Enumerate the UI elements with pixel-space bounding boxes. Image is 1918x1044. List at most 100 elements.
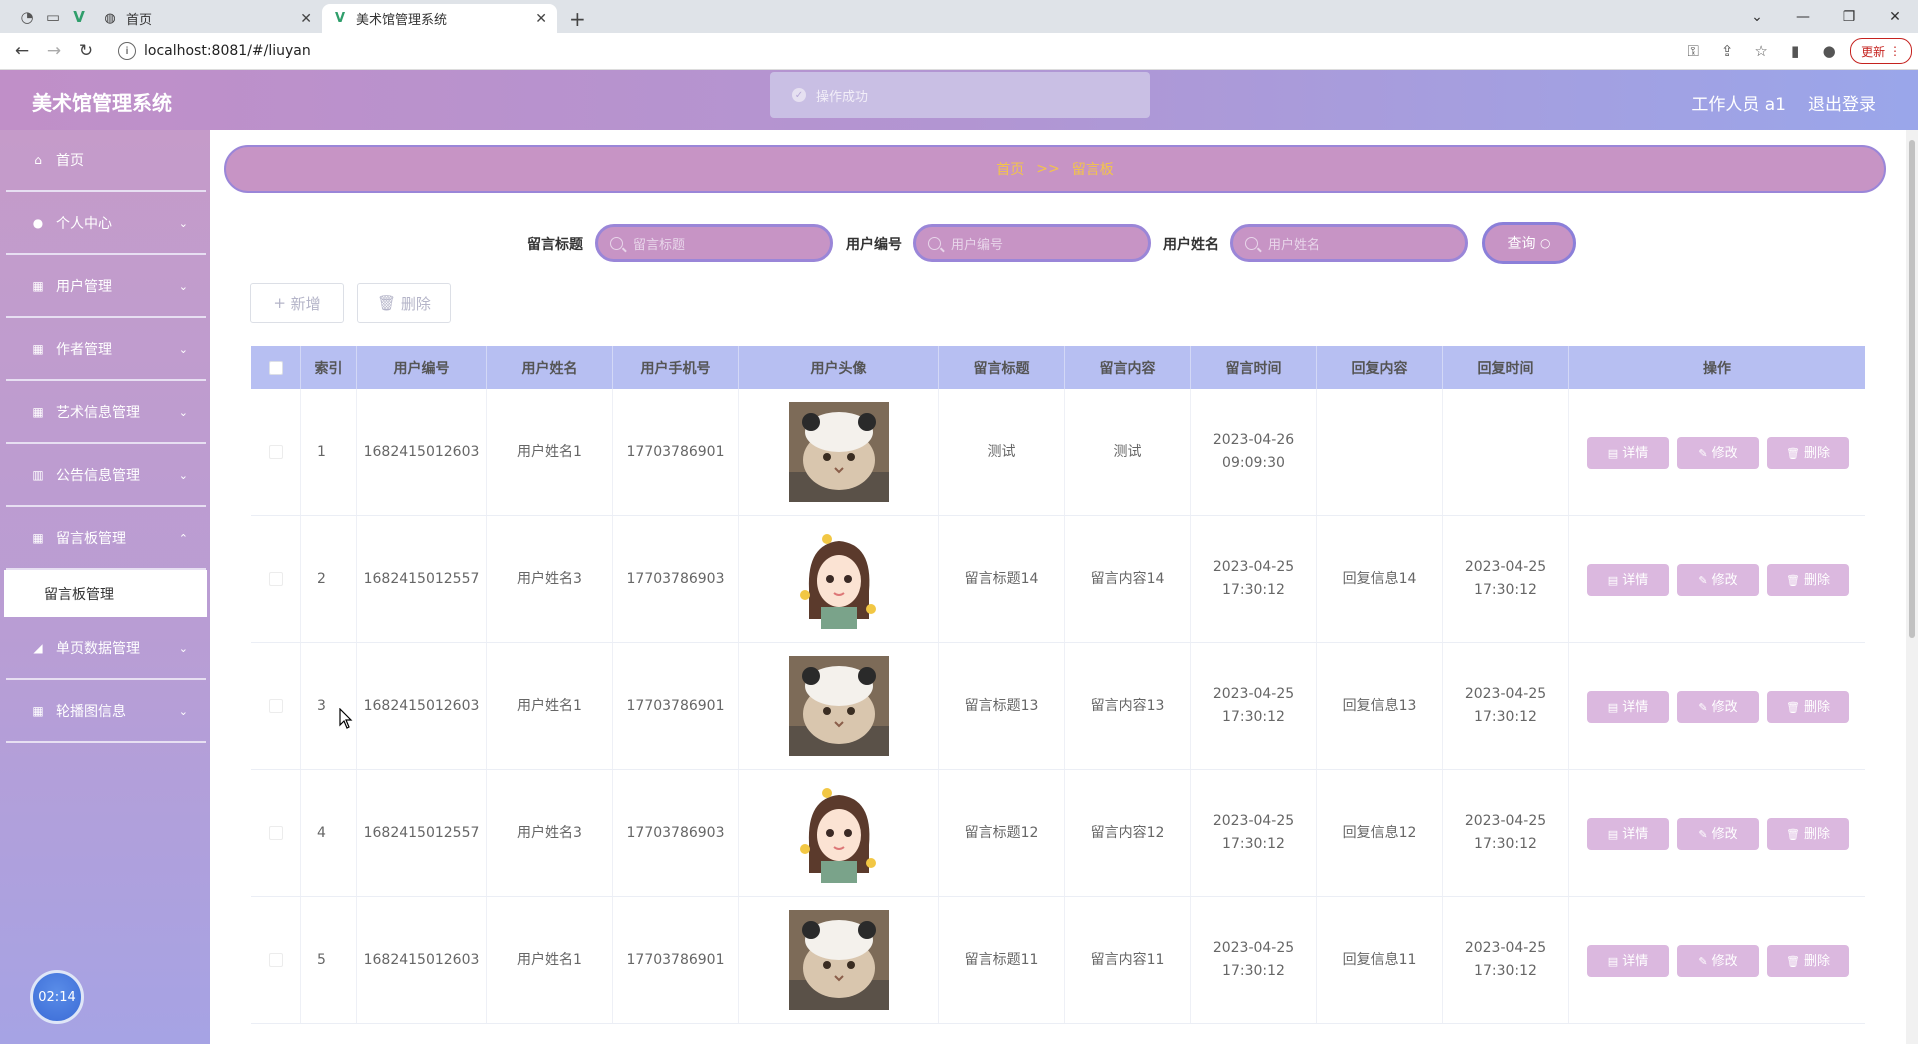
query-button[interactable]: 查询 ○	[1482, 222, 1576, 264]
row-checkbox[interactable]	[268, 572, 283, 586]
add-button[interactable]: + 新增	[250, 283, 344, 323]
url-field[interactable]: i localhost:8081/#/liuyan	[118, 42, 311, 60]
sidebar-item-announcements[interactable]: ▥ 公告信息管理 ⌄	[6, 445, 206, 507]
search-icon	[610, 236, 623, 250]
detail-button[interactable]: ▤ 详情	[1587, 945, 1669, 977]
sidebar-subitem-message-board[interactable]: 留言板管理	[4, 570, 207, 617]
edit-button[interactable]: ✎ 修改	[1677, 437, 1759, 469]
edit-icon: ✎	[1698, 573, 1708, 587]
logout-link[interactable]: 退出登录	[1808, 90, 1876, 115]
sidebar-item-label: 轮播图信息	[56, 704, 126, 720]
user-name-search-input[interactable]: 用户姓名	[1230, 224, 1468, 262]
sidebar-item-art-info[interactable]: ▦ 艺术信息管理 ⌄	[6, 382, 206, 444]
close-icon[interactable]: ✕	[535, 11, 547, 27]
reload-icon[interactable]: ↻	[72, 36, 100, 66]
restore-icon[interactable]: ❐	[1826, 0, 1872, 33]
scrollbar-thumb[interactable]	[1909, 140, 1915, 638]
user-name-cell: 用户姓名1	[487, 643, 613, 769]
clock-widget[interactable]: 02:14	[30, 970, 84, 1024]
user-icon: ●	[32, 216, 44, 230]
sidebar-item-authors[interactable]: ▦ 作者管理 ⌄	[6, 319, 206, 381]
chevron-down-icon: ⌄	[178, 342, 188, 356]
browser-tab-strip-icon[interactable]: ▭	[40, 0, 66, 33]
avatar[interactable]	[788, 529, 889, 629]
edit-button[interactable]: ✎ 修改	[1677, 945, 1759, 977]
new-tab-button[interactable]: +	[557, 4, 598, 33]
title-cell: 留言标题11	[939, 897, 1065, 1023]
column-header: 用户姓名	[487, 346, 613, 389]
vue-logo-icon[interactable]: V	[66, 0, 92, 33]
key-icon[interactable]: ⚿	[1680, 37, 1706, 65]
sidebar-item-message-board[interactable]: ▦ 留言板管理 ⌃	[6, 508, 206, 570]
trash-icon: 🗑	[1786, 446, 1800, 460]
current-user: 工作人员 a1	[1691, 95, 1786, 115]
sidebar-item-single-page[interactable]: ◢ 单页数据管理 ⌄	[6, 618, 206, 680]
trash-icon: 🗑	[1786, 573, 1800, 587]
user-no-search-input[interactable]: 用户编号	[913, 224, 1151, 262]
detail-button[interactable]: ▤ 详情	[1587, 691, 1669, 723]
share-icon[interactable]: ⇪	[1714, 37, 1740, 65]
forward-icon[interactable]: →	[40, 36, 68, 66]
sidebar-item-label: 艺术信息管理	[56, 405, 140, 421]
row-checkbox[interactable]	[268, 826, 283, 840]
delete-button[interactable]: 🗑 删除	[1767, 564, 1849, 596]
reply-time-cell: 2023-04-25 17:30:12	[1443, 643, 1569, 769]
sidebar-item-users[interactable]: ▦ 用户管理 ⌄	[6, 256, 206, 318]
search-icon	[928, 236, 941, 250]
close-icon[interactable]: ✕	[300, 11, 312, 27]
edit-button[interactable]: ✎ 修改	[1677, 564, 1759, 596]
profile-icon[interactable]: ●	[1816, 37, 1842, 65]
minimize-icon[interactable]: —	[1780, 0, 1826, 33]
close-window-icon[interactable]: ✕	[1872, 0, 1918, 33]
row-checkbox[interactable]	[268, 445, 283, 459]
select-all-checkbox[interactable]	[268, 360, 283, 375]
edit-button[interactable]: ✎ 修改	[1677, 691, 1759, 723]
edit-button[interactable]: ✎ 修改	[1677, 818, 1759, 850]
column-header: 回复内容	[1317, 346, 1443, 389]
table-row: 1 1682415012603 用户姓名1 17703786901 测试 测试 2023-0…	[251, 389, 1865, 516]
delete-button[interactable]: 🗑 删除	[1767, 945, 1849, 977]
detail-button[interactable]: ▤ 详情	[1587, 818, 1669, 850]
sidebar-item-personal[interactable]: ● 个人中心 ⌄	[6, 193, 206, 255]
update-button[interactable]: 更新 ⋮	[1850, 38, 1912, 64]
back-icon[interactable]: ←	[8, 36, 36, 66]
delete-button[interactable]: 🗑 删除	[1767, 818, 1849, 850]
sidebar-item-home[interactable]: ⌂ 首页	[6, 130, 206, 192]
avatar[interactable]	[788, 783, 889, 883]
reply-cell: 回复信息13	[1317, 643, 1443, 769]
avatar-cell	[739, 643, 939, 769]
delete-button[interactable]: 🗑 删除	[1767, 437, 1849, 469]
row-checkbox[interactable]	[268, 953, 283, 967]
operations-cell: ▤ 详情 ✎ 修改 🗑 删除	[1569, 389, 1865, 515]
title-search-input[interactable]: 留言标题	[595, 224, 833, 262]
chevron-down-icon: ⌄	[178, 279, 188, 293]
phone-cell: 17703786901	[613, 897, 739, 1023]
main-content: 首页 >> 留言板 留言标题 留言标题 用户编号 用户编号 用户姓名 用户姓名 …	[210, 130, 1918, 1044]
chevron-down-icon[interactable]: ⌄	[1734, 0, 1780, 33]
reply-time-cell: 2023-04-25 17:30:12	[1443, 770, 1569, 896]
browser-tab-home[interactable]: ◍ 首页 ✕	[92, 4, 322, 33]
star-icon[interactable]: ☆	[1748, 37, 1774, 65]
detail-button[interactable]: ▤ 详情	[1587, 437, 1669, 469]
home-icon: ⌂	[34, 153, 42, 167]
title-cell: 留言标题12	[939, 770, 1065, 896]
table-row: 2 1682415012557 用户姓名3 17703786903 留言标题14 留言内容…	[251, 516, 1865, 643]
browser-tab-active[interactable]: V 美术馆管理系统 ✕	[322, 4, 557, 33]
user-no-cell: 1682415012557	[357, 770, 487, 896]
row-checkbox[interactable]	[268, 699, 283, 713]
sidebar-icon[interactable]: ▮	[1782, 37, 1808, 65]
site-info-icon[interactable]: i	[118, 42, 136, 60]
batch-delete-button[interactable]: 🗑 删除	[357, 283, 451, 323]
sidebar-item-carousel[interactable]: ▦ 轮播图信息 ⌄	[6, 681, 206, 743]
page-scrollbar[interactable]	[1906, 130, 1918, 1044]
delete-button[interactable]: 🗑 删除	[1767, 691, 1849, 723]
document-icon: ▤	[1607, 446, 1619, 460]
browser-history-icon[interactable]: ◔	[14, 0, 40, 33]
detail-button[interactable]: ▤ 详情	[1587, 564, 1669, 596]
avatar[interactable]	[788, 402, 889, 502]
avatar[interactable]	[788, 656, 889, 756]
edit-icon: ✎	[1698, 446, 1708, 460]
breadcrumb-home[interactable]: 首页	[996, 159, 1024, 179]
user-no-search-placeholder: 用户编号	[951, 237, 1004, 253]
avatar[interactable]	[788, 910, 889, 1010]
